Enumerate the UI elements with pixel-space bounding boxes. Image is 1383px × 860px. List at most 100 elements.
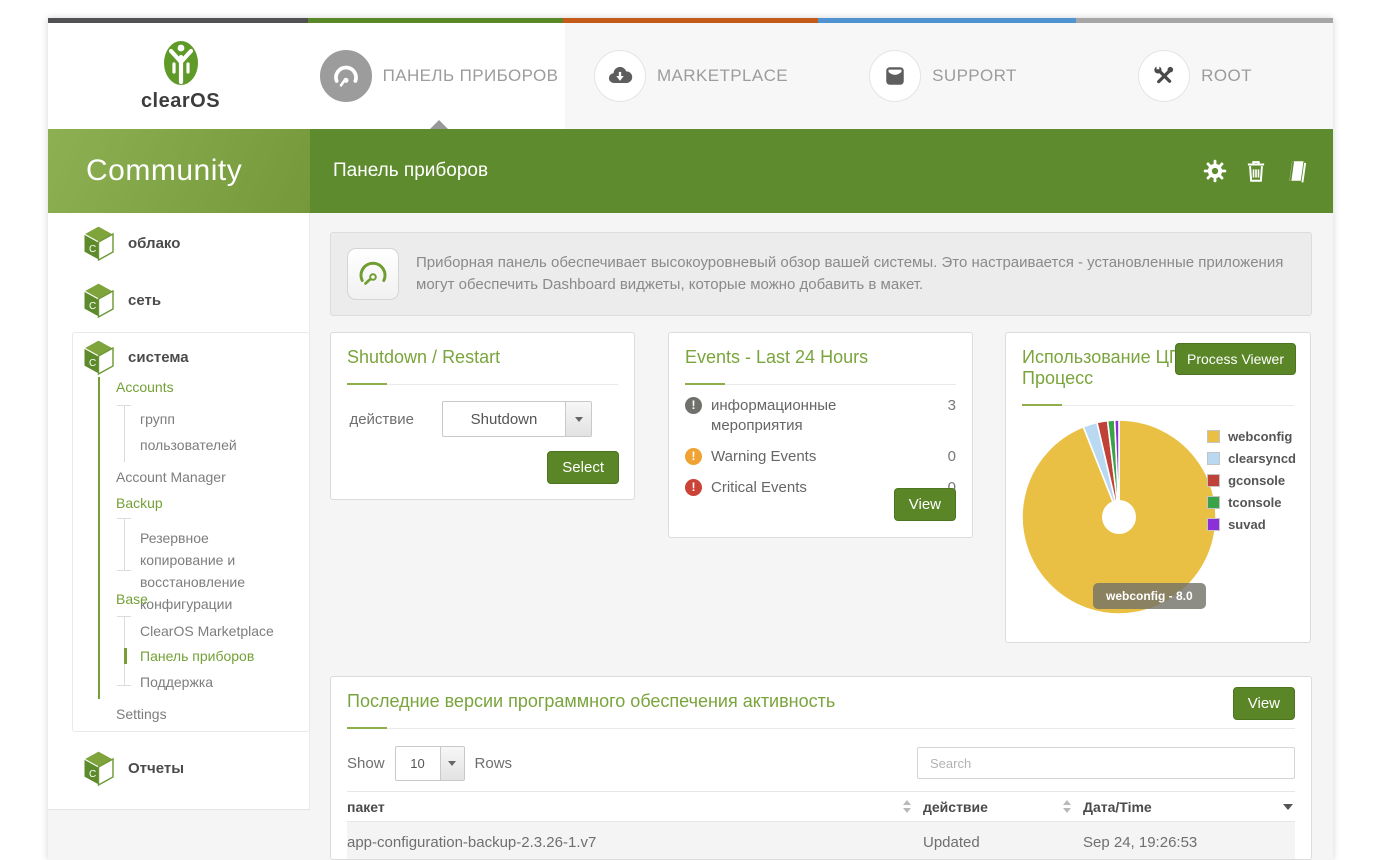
critical-icon: ! <box>685 479 702 496</box>
brand-name: clearOS <box>140 89 221 112</box>
sort-icon[interactable] <box>903 800 911 813</box>
main-content: Приборная панель обеспечивает высокоуров… <box>310 213 1333 860</box>
legend-item: tconsole <box>1207 495 1296 510</box>
software-activity-card: Последние версии программного обеспечени… <box>330 676 1312 860</box>
svg-text:C: C <box>89 358 96 369</box>
sort-icon[interactable] <box>1063 800 1071 813</box>
chevron-down-icon <box>439 746 464 780</box>
search-input[interactable] <box>917 747 1295 779</box>
support-icon <box>869 50 922 102</box>
pie-legend: webconfig clearsyncd gconsole tconsole s… <box>1207 429 1296 539</box>
tree-line-active-trail <box>98 377 100 699</box>
banner-text: Приборная панель обеспечивает высокоуров… <box>416 254 1284 293</box>
table-view-button[interactable]: View <box>1232 687 1295 720</box>
page-title: Панель приборов <box>333 160 489 181</box>
legend-swatch <box>1207 430 1221 443</box>
legend-label: tconsole <box>1228 495 1282 510</box>
cell-package: app-configuration-backup-2.3.26-1.v7 <box>347 833 597 851</box>
action-form-row: действие Shutdown <box>347 401 618 437</box>
event-label: Critical Events <box>711 479 807 496</box>
rows-label: Rows <box>474 754 513 772</box>
clearos-logo[interactable]: clearOS <box>48 23 313 129</box>
cell-action: Updated <box>923 833 980 851</box>
card-divider <box>347 383 618 385</box>
warning-icon: ! <box>685 448 702 465</box>
tab-dashboard[interactable]: ПАНЕЛЬ ПРИБОРОВ <box>313 23 565 129</box>
sidebar-link-dashboard-active[interactable]: Панель приборов <box>124 648 254 664</box>
column-header-datetime: Дата/Time <box>1083 798 1152 815</box>
pie-tooltip: webconfig - 8.0 <box>1093 583 1206 609</box>
table-header-row: пакет действие Дата/Time <box>347 791 1295 822</box>
legend-swatch <box>1207 474 1221 487</box>
table-row[interactable]: app-configuration-backup-2.3.26-1.v7 Upd… <box>347 822 1295 859</box>
page-size-value: 10 <box>410 755 425 771</box>
dashboard-icon <box>319 50 372 102</box>
tab-support[interactable]: SUPPORT <box>817 23 1069 129</box>
legend-swatch <box>1207 496 1221 509</box>
tree-line <box>124 405 125 462</box>
sidebar-link-users[interactable]: пользователей <box>140 437 237 453</box>
card-title: Events - Last 24 Hours <box>685 347 869 367</box>
sidebar-item-label: сеть <box>128 291 162 309</box>
sidebar-link-settings[interactable]: Settings <box>116 706 167 722</box>
legend-item: suvad <box>1207 517 1296 532</box>
sidebar-item-cloud[interactable]: C облако <box>82 225 180 261</box>
app-cube-icon: C <box>82 339 115 375</box>
action-select[interactable]: Shutdown <box>442 401 592 437</box>
sidebar-item-label: система <box>128 348 189 366</box>
sidebar-link-accounts[interactable]: Accounts <box>116 379 174 395</box>
event-count: 0 <box>947 448 956 465</box>
sidebar-link-base[interactable]: Base <box>116 591 148 607</box>
tab-root[interactable]: ROOT <box>1069 23 1321 129</box>
events-view-button[interactable]: View <box>893 488 956 521</box>
legend-label: clearsyncd <box>1228 451 1296 466</box>
column-header-action: действие <box>923 798 988 815</box>
sidebar-link-groups[interactable]: групп <box>140 411 175 427</box>
marketplace-icon <box>594 50 646 102</box>
report-icon[interactable] <box>1284 158 1310 184</box>
sidebar-link-marketplace[interactable]: ClearOS Marketplace <box>140 623 274 639</box>
sidebar-link-backup[interactable]: Backup <box>116 495 163 511</box>
sidebar-link-config-backup[interactable]: Резервное копирование и восстановление к… <box>140 527 295 615</box>
content-layout: C облако C сеть C система Accounts групп… <box>48 213 1333 860</box>
sidebar-item-system[interactable]: C система <box>82 339 189 375</box>
action-select-value: Shutdown <box>470 410 538 428</box>
card-title: Последние версии программного обеспечени… <box>347 691 836 711</box>
show-label: Show <box>347 754 385 772</box>
app-cube-icon: C <box>82 225 115 261</box>
event-label: информационные мероприятия <box>711 397 837 434</box>
sidebar-item-network[interactable]: C сеть <box>82 282 161 318</box>
action-field-label: действие <box>349 410 414 428</box>
card-divider <box>1022 404 1294 406</box>
card-title: Использование ЦП Процесс <box>1022 347 1182 388</box>
tab-marketplace[interactable]: MARKETPLACE <box>565 23 817 129</box>
sidebar-link-support[interactable]: Поддержка <box>140 674 213 690</box>
cell-datetime: Sep 24, 19:26:53 <box>1083 833 1198 851</box>
edition-label: Community <box>48 129 310 213</box>
chevron-down-icon <box>565 402 591 436</box>
sidebar-link-account-manager[interactable]: Account Manager <box>116 469 226 485</box>
active-tab-marker <box>430 120 448 129</box>
page-size-select[interactable]: 10 <box>394 745 465 781</box>
legend-label: webconfig <box>1228 429 1293 444</box>
app-cube-icon: C <box>82 750 115 786</box>
sort-descending-icon[interactable] <box>1283 803 1293 810</box>
legend-item: gconsole <box>1207 473 1296 488</box>
tab-support-label: SUPPORT <box>932 66 1017 85</box>
legend-label: gconsole <box>1228 473 1286 488</box>
clearos-logo-icon <box>163 40 198 85</box>
tab-marketplace-label: MARKETPLACE <box>657 66 788 85</box>
top-navigation-bar: clearOS ПАНЕЛЬ ПРИБОРОВ MARKETPLACE SUPP… <box>48 23 1333 129</box>
banner-gauge-icon <box>347 248 399 300</box>
legend-item: clearsyncd <box>1207 451 1296 466</box>
process-viewer-button[interactable]: Process Viewer <box>1174 343 1296 375</box>
app-cube-icon: C <box>82 282 115 318</box>
page-header-bar: Community Панель приборов <box>48 129 1333 213</box>
sidebar-item-reports[interactable]: C Отчеты <box>82 750 184 786</box>
cpu-usage-card: Использование ЦП Процесс Process Viewer … <box>1005 332 1311 643</box>
legend-swatch <box>1207 452 1221 465</box>
gear-icon[interactable] <box>1202 158 1228 184</box>
card-divider <box>347 727 1295 729</box>
select-button[interactable]: Select <box>547 451 619 484</box>
trash-icon[interactable] <box>1243 158 1269 184</box>
